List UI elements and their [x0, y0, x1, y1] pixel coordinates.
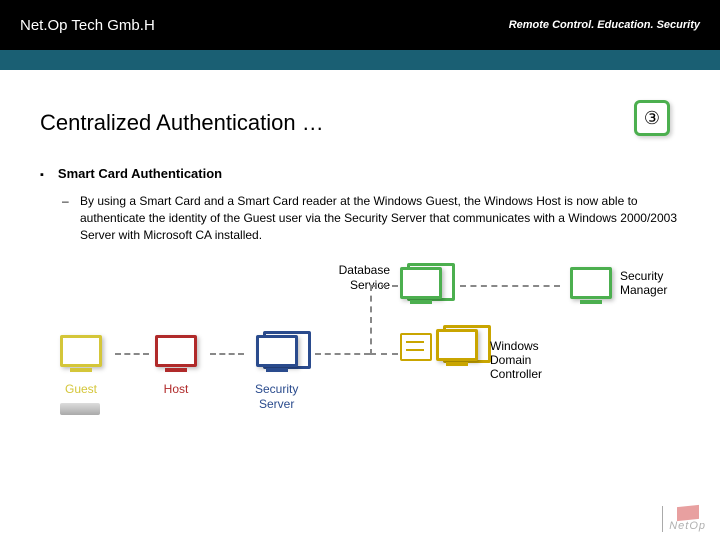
database-service-node: [400, 267, 442, 302]
server-icon: [400, 333, 432, 361]
host-node: Host: [155, 335, 197, 396]
bullet-section: Smart Card Authentication By using a Sma…: [40, 166, 680, 243]
guest-label: Guest: [60, 382, 102, 396]
footer-brand: NetOp: [669, 520, 706, 532]
computer-icon: [256, 335, 298, 367]
connector-line: [115, 353, 149, 355]
card-reader-icon: [60, 403, 100, 415]
footer-divider: [662, 506, 663, 532]
company-tagline: Remote Control. Education. Security: [509, 19, 700, 31]
bullet-body: By using a Smart Card and a Smart Card r…: [80, 193, 680, 243]
security-manager-label: Security Manager: [620, 269, 667, 297]
footer: NetOp: [662, 506, 706, 532]
bullet-heading: Smart Card Authentication: [40, 166, 680, 181]
header-accent-bar: [0, 50, 720, 70]
domain-controller-label: Windows Domain Controller: [490, 339, 542, 381]
security-server-label: Security Server: [255, 382, 298, 411]
computer-icon: [155, 335, 197, 367]
guest-node: Guest: [60, 335, 102, 414]
connector-line: [370, 285, 372, 355]
computer-icon: [570, 267, 612, 299]
security-manager-node: [570, 267, 612, 302]
connector-line: [370, 353, 398, 355]
domain-controller-node: [400, 329, 478, 361]
slide-content: ③ Centralized Authentication … Smart Car…: [0, 70, 720, 443]
flag-icon: [677, 505, 699, 521]
computer-icon: [60, 335, 102, 367]
computer-icon: [400, 267, 442, 299]
computer-icon: [436, 329, 478, 361]
connector-line: [460, 285, 560, 287]
header-bar: Net.Op Tech Gmb.H Remote Control. Educat…: [0, 0, 720, 50]
host-label: Host: [155, 382, 197, 396]
connector-line: [370, 285, 398, 287]
database-service-label: Database Service: [310, 263, 390, 296]
slide-number-badge: ③: [634, 100, 670, 136]
connector-line: [315, 353, 370, 355]
slide-title: Centralized Authentication …: [40, 110, 680, 136]
slide-number: ③: [644, 108, 660, 129]
connector-line: [210, 353, 244, 355]
security-server-node: Security Server: [255, 335, 298, 411]
company-name: Net.Op Tech Gmb.H: [20, 17, 155, 34]
architecture-diagram: Database Service Security Manager Guest: [40, 263, 680, 443]
